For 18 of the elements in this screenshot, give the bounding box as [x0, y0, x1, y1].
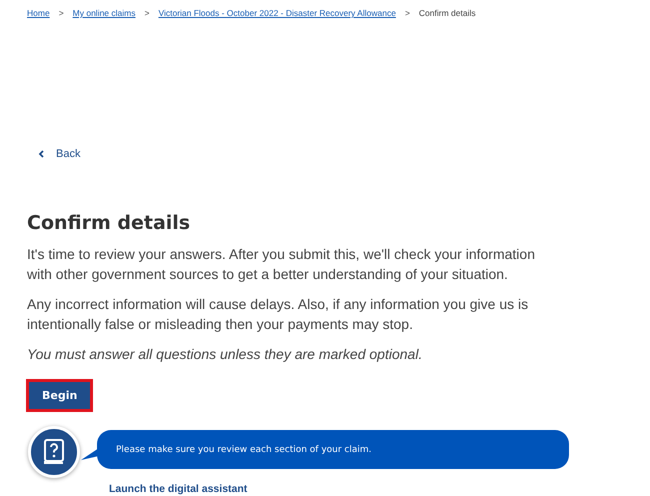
paragraph: It's time to review your answers. After you submit this, we'll check your information with other government sources to get a better understanding of your situation.	[27, 245, 536, 284]
back-link[interactable]: Back	[38, 148, 80, 160]
page-heading: Confirm details	[27, 212, 192, 234]
breadcrumb-separator: >	[404, 8, 410, 18]
begin-button[interactable]: Begin	[29, 382, 90, 409]
breadcrumb-link[interactable]: Home	[27, 8, 50, 18]
chevron-left-icon	[38, 150, 44, 158]
breadcrumb-separator: >	[58, 8, 64, 18]
help-book-icon	[43, 439, 65, 465]
assistant-avatar[interactable]	[28, 426, 80, 478]
launch-assistant-link[interactable]: Launch the digital assistant	[109, 483, 248, 495]
assistant-message-text: Please make sure you review each section of your claim.	[116, 444, 372, 454]
breadcrumb-link[interactable]: Victorian Floods - October 2022 - Disaster Recovery Allowance	[158, 8, 396, 18]
breadcrumb-link[interactable]: My online claims	[72, 8, 136, 18]
breadcrumb-current: Confirm details	[418, 8, 476, 18]
breadcrumb-separator: >	[144, 8, 150, 18]
paragraph: Any incorrect information will cause delays. Also, if any information you give us is intentionally false or misleading then your payments may stop.	[27, 295, 530, 334]
note-text: You must answer all questions unless they are marked optional.	[27, 345, 424, 364]
